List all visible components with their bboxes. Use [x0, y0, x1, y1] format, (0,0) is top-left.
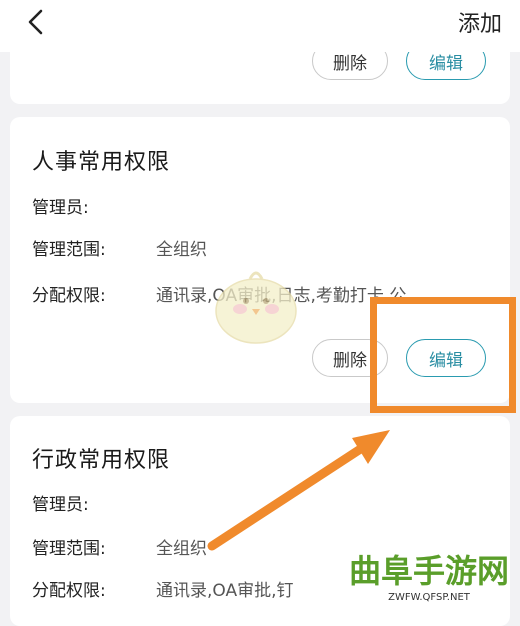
site-watermark: 曲阜手游网 ZWFW.QFSP.NET	[344, 550, 514, 610]
watermark-text: 曲阜手游网	[348, 552, 509, 590]
watermark-url: ZWFW.QFSP.NET	[388, 592, 470, 603]
arrow-annotation-icon	[207, 430, 390, 551]
